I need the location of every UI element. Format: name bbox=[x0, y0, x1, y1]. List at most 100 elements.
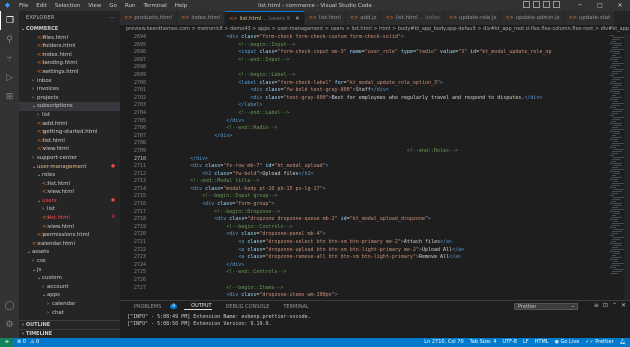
tree-item[interactable]: <>view.html bbox=[19, 188, 120, 197]
tree-item[interactable]: ⌄custom bbox=[19, 274, 120, 283]
tree-item[interactable]: ⌄js bbox=[19, 266, 120, 275]
minimap[interactable] bbox=[610, 34, 624, 300]
tree-item[interactable]: › chat bbox=[19, 309, 120, 318]
tree-item[interactable]: ⌄subscriptions bbox=[19, 102, 120, 111]
editor-tab[interactable]: <> list.html ...\users 9 ✕ bbox=[225, 11, 305, 25]
tree-item[interactable]: <>list.html U bbox=[19, 214, 120, 223]
account-icon[interactable]: ◯ bbox=[0, 296, 19, 315]
editor-scrollbar[interactable] bbox=[624, 34, 630, 300]
maximize-panel-icon[interactable]: ⌃ bbox=[612, 302, 617, 309]
menu-go[interactable]: Go bbox=[105, 3, 121, 9]
eol[interactable]: LF bbox=[523, 338, 529, 347]
more-actions-icon[interactable]: ··· bbox=[109, 11, 115, 25]
code-line[interactable]: <!--begin::Input--> bbox=[154, 42, 604, 50]
warning-count[interactable]: ⚠ 0 bbox=[30, 338, 39, 347]
code-line[interactable]: </div> bbox=[154, 118, 604, 126]
cursor-position[interactable]: Ln 2710, Col 70 bbox=[424, 338, 463, 347]
code-line[interactable]: <!--end::Input--> bbox=[154, 57, 604, 65]
tree-item[interactable]: › account bbox=[19, 283, 120, 292]
menu-view[interactable]: View bbox=[84, 3, 105, 9]
tree-item[interactable]: ⌄user-management ● bbox=[19, 163, 120, 172]
close-tab-icon[interactable]: ✕ bbox=[295, 12, 300, 26]
tree-item[interactable]: <>list.html bbox=[19, 180, 120, 189]
menu-file[interactable]: File bbox=[15, 3, 32, 9]
tree-item[interactable]: <>list.html bbox=[19, 137, 120, 146]
editor-tab[interactable]: <> add.js bbox=[345, 11, 382, 25]
encoding[interactable]: UTF-8 bbox=[502, 338, 517, 347]
tree-item[interactable]: ⌄assets bbox=[19, 248, 120, 257]
workspace-root[interactable]: ⌄COMMERCE bbox=[19, 25, 120, 34]
tree-item[interactable]: ⌄roles bbox=[19, 171, 120, 180]
code-line[interactable]: </label> bbox=[154, 102, 604, 110]
code-line[interactable]: <a class="dropzone-remove-all btn btn-sm… bbox=[154, 254, 604, 262]
panel-tab[interactable]: DEBUG CONSOLE bbox=[219, 304, 270, 310]
code-line[interactable]: <h2 class="fw-bold">Upload files</h2> bbox=[154, 171, 604, 179]
code-line[interactable] bbox=[154, 277, 604, 285]
output-channel-select[interactable]: Prettier bbox=[514, 303, 578, 310]
tree-item[interactable]: › list bbox=[19, 205, 120, 214]
code-line[interactable]: <div class="form-group"> bbox=[154, 201, 604, 209]
files-icon[interactable]: ❐ bbox=[0, 11, 19, 30]
tree-item[interactable]: <>index.html bbox=[19, 51, 120, 60]
tree-item[interactable]: › inbox bbox=[19, 77, 120, 86]
tree-item[interactable]: ⌄users ● bbox=[19, 197, 120, 206]
toggle-sidebar-icon[interactable] bbox=[523, 1, 530, 8]
code-line[interactable]: <div class="text-gray-600">Best for empl… bbox=[154, 95, 604, 103]
minimize-icon[interactable]: ─ bbox=[570, 0, 590, 11]
toggle-secondary-sidebar-icon[interactable] bbox=[543, 1, 550, 8]
code-line[interactable]: </div> bbox=[154, 156, 604, 164]
code-line[interactable]: <!--begin::Controls--> bbox=[154, 224, 604, 232]
code-line[interactable]: <div class="fv-row mb-7" id="kt_modal_up… bbox=[154, 163, 604, 171]
editor-tab[interactable]: <> index.html bbox=[176, 11, 226, 25]
timeline-section[interactable]: › TIMELINE bbox=[19, 329, 120, 338]
editor-tab[interactable]: <> update-role.js bbox=[444, 11, 502, 25]
outline-section[interactable]: › OUTLINE bbox=[19, 320, 120, 329]
code-line[interactable] bbox=[154, 64, 604, 72]
code-line[interactable]: <!--begin::Input group--> bbox=[154, 193, 604, 201]
editor-tab[interactable]: <> list.html bbox=[304, 11, 346, 25]
code-lines[interactable]: <div class="form-check form-check-custom… bbox=[154, 34, 604, 300]
code-line[interactable]: <!--end::Radio--> bbox=[154, 125, 604, 133]
search-icon[interactable]: ⚲ bbox=[0, 30, 19, 49]
extensions-icon[interactable]: ⊞ bbox=[0, 87, 19, 106]
tree-item[interactable]: <>getting-started.html bbox=[19, 128, 120, 137]
tree-item[interactable]: › list bbox=[19, 111, 120, 120]
panel-tab[interactable]: TERMINAL bbox=[276, 304, 308, 310]
run-debug-icon[interactable]: ▷ bbox=[0, 68, 19, 87]
code-line[interactable]: <div class="fw-bold text-gray-800">Staff… bbox=[154, 87, 604, 95]
code-line[interactable]: <!--end::Roles--> bbox=[154, 148, 604, 156]
tree-item[interactable]: › css bbox=[19, 257, 120, 266]
code-line[interactable]: <label class="form-check-label" for="kt_… bbox=[154, 80, 604, 88]
menu-run[interactable]: Run bbox=[121, 3, 140, 9]
menu-help[interactable]: Help bbox=[171, 3, 192, 9]
code-line[interactable]: </div> bbox=[154, 262, 604, 270]
code-editor[interactable]: 2694 2695 2696 2697 2698 2699 2700 2701 2702 2703… bbox=[120, 34, 610, 300]
tree-item[interactable]: <>view.html bbox=[19, 145, 120, 154]
tree-item[interactable]: <>add.html bbox=[19, 120, 120, 129]
editor-tab[interactable]: <> update-stat bbox=[564, 11, 616, 25]
editor-tab[interactable]: <> products.html bbox=[120, 11, 177, 25]
tree-item[interactable]: <>view.html bbox=[19, 223, 120, 232]
close-panel-icon[interactable]: ✕ bbox=[621, 302, 626, 309]
code-line[interactable]: </div> bbox=[154, 133, 604, 141]
breadcrumb[interactable]: preview.keenthemes.com > metronic8 > dem… bbox=[120, 25, 630, 34]
lock-scroll-icon[interactable]: ⊡ bbox=[603, 302, 608, 309]
editor-tab[interactable]: <> list.html ...\roles bbox=[381, 11, 445, 25]
code-line[interactable] bbox=[154, 140, 604, 148]
tree-item[interactable]: › projects bbox=[19, 94, 120, 103]
language-mode[interactable]: HTML bbox=[535, 338, 549, 347]
tab-size[interactable]: Tab Size: 4 bbox=[470, 338, 497, 347]
tree-item[interactable]: <>files.html bbox=[19, 34, 120, 43]
source-control-icon[interactable]: ⑂ bbox=[0, 49, 19, 68]
code-line[interactable]: <!--begin::Items--> bbox=[154, 285, 604, 293]
maximize-icon[interactable]: □ bbox=[590, 0, 610, 11]
error-count[interactable]: ⊗ 0 bbox=[17, 338, 26, 347]
close-window-icon[interactable]: ✕ bbox=[610, 0, 630, 11]
prettier-status[interactable]: ✓✓ Prettier bbox=[585, 338, 613, 347]
tree-item[interactable]: <>settings.html bbox=[19, 68, 120, 77]
code-line[interactable]: <div class="dropzone-items wm-200px"> bbox=[154, 292, 604, 300]
tree-item[interactable]: › invoices bbox=[19, 85, 120, 94]
code-line[interactable]: <div class="modal-body pt-10 pb-15 px-lg… bbox=[154, 186, 604, 194]
code-line[interactable]: <!--end::Modal title--> bbox=[154, 178, 604, 186]
menu-selection[interactable]: Selection bbox=[51, 3, 84, 9]
